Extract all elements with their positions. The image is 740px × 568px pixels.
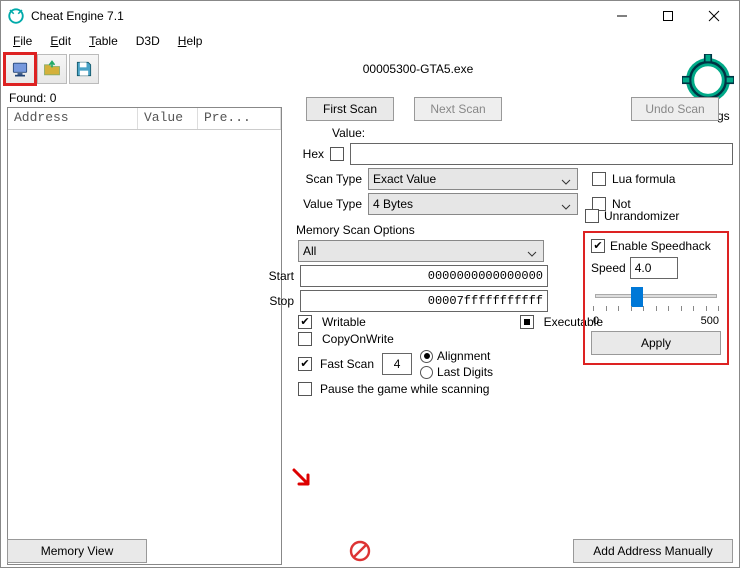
speed-slider[interactable] (591, 285, 721, 309)
writable-checkbox[interactable] (298, 315, 312, 329)
menu-bar: File Edit Table D3D Help (1, 31, 739, 51)
enable-speedhack-checkbox[interactable] (591, 239, 605, 253)
start-address-input[interactable] (300, 265, 548, 287)
last-digits-label: Last Digits (437, 365, 493, 379)
add-to-cheatlist-arrow-icon[interactable] (291, 467, 313, 489)
window-title: Cheat Engine 7.1 (31, 9, 599, 23)
scan-results-list[interactable]: Address Value Pre... (7, 107, 282, 565)
pause-while-scanning-label: Pause the game while scanning (320, 382, 489, 396)
save-button[interactable] (69, 54, 99, 84)
col-address[interactable]: Address (8, 108, 138, 129)
pause-while-scanning-checkbox[interactable] (298, 382, 312, 396)
col-previous[interactable]: Pre... (198, 108, 281, 129)
menu-edit[interactable]: Edit (42, 32, 79, 50)
tool-bar: 00005300-GTA5.exe (1, 51, 739, 87)
speed-input[interactable] (630, 257, 678, 279)
apply-speedhack-button[interactable]: Apply (591, 331, 721, 355)
menu-help[interactable]: Help (170, 32, 211, 50)
unrandomizer-checkbox[interactable] (585, 209, 599, 223)
no-entry-icon[interactable] (348, 539, 372, 563)
maximize-button[interactable] (645, 1, 691, 31)
results-header: Address Value Pre... (8, 108, 281, 130)
col-value[interactable]: Value (138, 108, 198, 129)
copyonwrite-checkbox[interactable] (298, 332, 312, 346)
chevron-down-icon (561, 176, 571, 190)
minimize-button[interactable] (599, 1, 645, 31)
fast-scan-checkbox[interactable] (298, 357, 312, 371)
first-scan-button[interactable]: First Scan (306, 97, 394, 121)
alignment-label: Alignment (437, 349, 490, 363)
enable-speedhack-label: Enable Speedhack (610, 239, 711, 253)
next-scan-button[interactable]: Next Scan (414, 97, 502, 121)
found-count-label: Found: 0 (7, 89, 282, 107)
memory-region-value: All (303, 244, 316, 258)
scan-type-value: Exact Value (373, 172, 436, 186)
open-folder-button[interactable] (37, 54, 67, 84)
menu-file[interactable]: File (5, 32, 40, 50)
stop-address-input[interactable] (300, 290, 548, 312)
copyonwrite-label: CopyOnWrite (322, 332, 394, 346)
lua-formula-label: Lua formula (612, 172, 675, 186)
slider-min-label: 0 (593, 315, 599, 327)
value-type-select[interactable]: 4 Bytes (368, 193, 578, 215)
close-button[interactable] (691, 1, 737, 31)
start-label: Start (250, 269, 294, 283)
fast-scan-label: Fast Scan (320, 357, 374, 371)
speedhack-panel: Enable Speedhack Speed 0 500 Apply (583, 231, 729, 365)
menu-d3d[interactable]: D3D (128, 32, 168, 50)
app-icon (7, 7, 25, 25)
lua-formula-checkbox[interactable] (592, 172, 606, 186)
alignment-radio[interactable] (420, 350, 433, 363)
memory-region-select[interactable]: All (298, 240, 544, 262)
slider-thumb[interactable] (631, 287, 643, 307)
chevron-down-icon (527, 248, 537, 262)
select-process-button[interactable] (5, 54, 35, 84)
executable-checkbox[interactable] (520, 315, 534, 329)
fast-scan-value-input[interactable] (382, 353, 412, 375)
hex-label: Hex (292, 147, 324, 161)
add-address-manually-button[interactable]: Add Address Manually (573, 539, 733, 563)
value-label: Value: (332, 126, 365, 140)
scan-type-label: Scan Type (292, 172, 362, 186)
value-type-label: Value Type (292, 197, 362, 211)
stop-label: Stop (250, 294, 294, 308)
writable-label: Writable (322, 315, 366, 329)
chevron-down-icon (561, 201, 571, 215)
scan-type-select[interactable]: Exact Value (368, 168, 578, 190)
menu-table[interactable]: Table (81, 32, 126, 50)
memory-view-button[interactable]: Memory View (7, 539, 147, 563)
value-input[interactable] (350, 143, 733, 165)
slider-max-label: 500 (701, 315, 719, 327)
process-name-label: 00005300-GTA5.exe (101, 62, 735, 76)
speed-label: Speed (591, 261, 626, 275)
title-bar: Cheat Engine 7.1 (1, 1, 739, 31)
value-type-value: 4 Bytes (373, 197, 413, 211)
last-digits-radio[interactable] (420, 366, 433, 379)
unrandomizer-label: Unrandomizer (604, 209, 679, 223)
undo-scan-button[interactable]: Undo Scan (631, 97, 719, 121)
hex-checkbox[interactable] (330, 147, 344, 161)
